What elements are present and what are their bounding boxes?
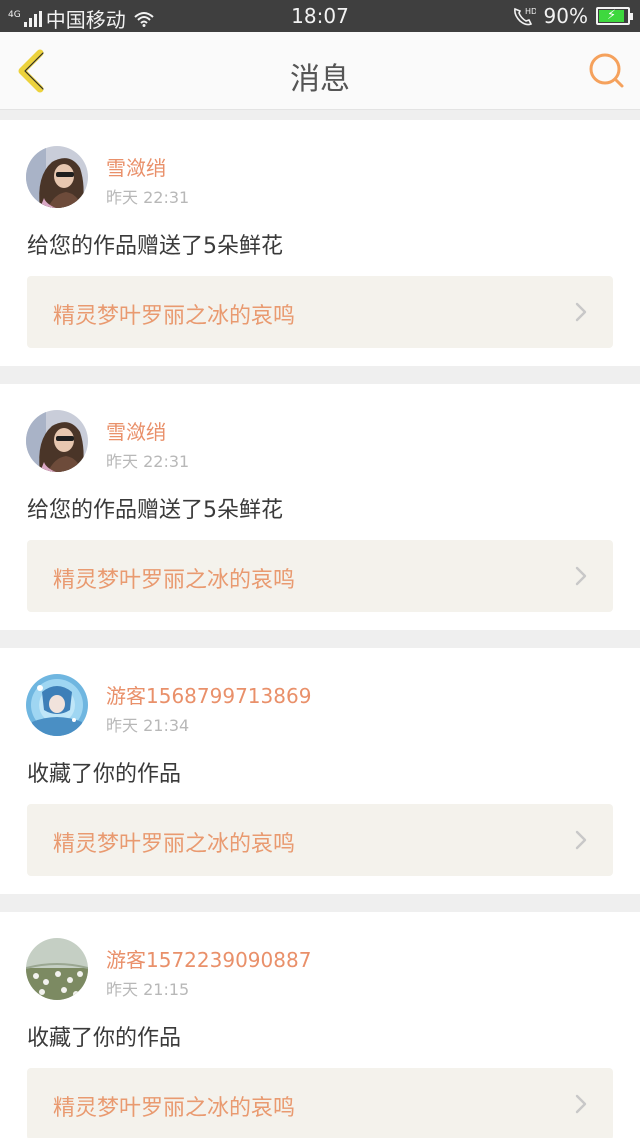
message-time: 昨天 22:31	[106, 452, 190, 471]
message-card: 雪潋绡 昨天 22:31 给您的作品赠送了5朵鲜花 精灵梦叶罗丽之冰的哀鸣	[0, 120, 640, 366]
message-card: 游客1568799713869 昨天 21:34 收藏了你的作品 精灵梦叶罗丽之…	[0, 648, 640, 894]
username[interactable]: 游客1568799713869	[106, 680, 311, 709]
username[interactable]: 雪潋绡	[106, 152, 166, 181]
message-time: 昨天 21:34	[106, 716, 190, 735]
hd-call-icon: HD	[513, 7, 536, 26]
work-title: 精灵梦叶罗丽之冰的哀鸣	[53, 304, 296, 329]
username[interactable]: 游客1572239090887	[106, 944, 311, 973]
search-icon[interactable]	[586, 50, 626, 90]
work-link-button[interactable]: 精灵梦叶罗丽之冰的哀鸣	[27, 276, 613, 348]
hd-badge: HD	[525, 7, 536, 16]
navigation-bar: 消息	[0, 32, 640, 110]
avatar[interactable]	[26, 938, 88, 1000]
message-time: 昨天 22:31	[106, 188, 190, 207]
avatar[interactable]	[26, 410, 88, 472]
username[interactable]: 雪潋绡	[106, 416, 166, 445]
work-title: 精灵梦叶罗丽之冰的哀鸣	[53, 568, 296, 593]
message-text: 给您的作品赠送了5朵鲜花	[27, 498, 283, 523]
battery-percent: 90%	[543, 4, 588, 28]
work-title: 精灵梦叶罗丽之冰的哀鸣	[53, 832, 296, 857]
chevron-right-icon	[575, 302, 587, 322]
status-right: HD 90% ⚡	[512, 4, 633, 28]
message-text: 收藏了你的作品	[27, 1026, 182, 1051]
page-title: 消息	[290, 62, 350, 97]
message-time: 昨天 21:15	[106, 980, 190, 999]
message-text: 给您的作品赠送了5朵鲜花	[27, 234, 283, 259]
status-bar: 4G 中国移动 18:07 HD 90% ⚡	[0, 0, 640, 32]
avatar[interactable]	[26, 674, 88, 736]
work-link-button[interactable]: 精灵梦叶罗丽之冰的哀鸣	[27, 804, 613, 876]
work-title: 精灵梦叶罗丽之冰的哀鸣	[53, 1096, 296, 1121]
chevron-right-icon	[575, 1094, 587, 1114]
avatar[interactable]	[26, 146, 88, 208]
work-link-button[interactable]: 精灵梦叶罗丽之冰的哀鸣	[27, 1068, 613, 1138]
message-card: 雪潋绡 昨天 22:31 给您的作品赠送了5朵鲜花 精灵梦叶罗丽之冰的哀鸣	[0, 384, 640, 630]
chevron-right-icon	[575, 566, 587, 586]
work-link-button[interactable]: 精灵梦叶罗丽之冰的哀鸣	[27, 540, 613, 612]
message-list: 雪潋绡 昨天 22:31 给您的作品赠送了5朵鲜花 精灵梦叶罗丽之冰的哀鸣 雪潋…	[0, 120, 640, 1138]
chevron-right-icon	[575, 830, 587, 850]
charging-icon: ⚡	[607, 8, 617, 23]
message-card: 游客1572239090887 昨天 21:15 收藏了你的作品 精灵梦叶罗丽之…	[0, 912, 640, 1138]
battery-icon: ⚡	[596, 7, 633, 25]
message-text: 收藏了你的作品	[27, 762, 182, 787]
